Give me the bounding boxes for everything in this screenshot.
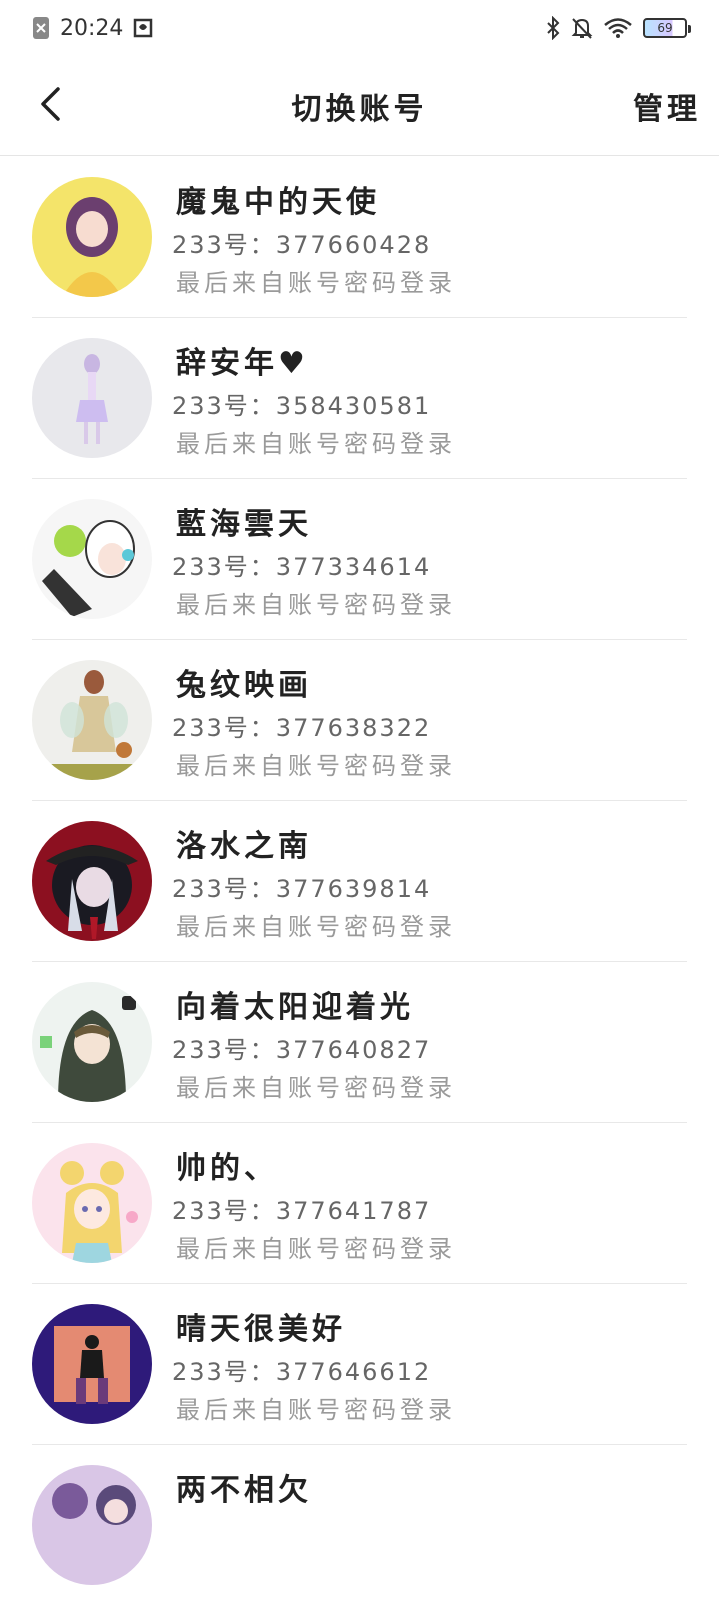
account-name: 洛水之南 [176, 829, 312, 864]
status-bar: 20:24 69 [0, 0, 719, 56]
account-name: 两不相欠 [176, 1473, 312, 1508]
account-login-method: 最后来自账号密码登录 [176, 913, 456, 941]
account-name: 晴天很美好 [176, 1312, 346, 1347]
avatar [32, 1143, 152, 1263]
account-login-method: 最后来自账号密码登录 [176, 1235, 456, 1263]
battery-icon: 69 [643, 18, 691, 38]
account-id: 233号：377660428 [172, 231, 432, 259]
account-item[interactable]: 藍海雲天 233号：377334614 最后来自账号密码登录 [0, 479, 719, 640]
avatar [32, 982, 152, 1102]
account-id: 233号：377640827 [172, 1036, 432, 1064]
account-login-method: 最后来自账号密码登录 [176, 269, 456, 297]
battery-level: 69 [657, 21, 673, 35]
app-header: 切换账号 管理 [0, 56, 719, 156]
account-name: 兔纹映画 [176, 668, 312, 703]
account-name: 藍海雲天 [176, 507, 312, 542]
avatar [32, 1304, 152, 1424]
account-item[interactable]: 帅的、 233号：377641787 最后来自账号密码登录 [0, 1123, 719, 1284]
account-item[interactable]: 辞安年♥ 233号：358430581 最后来自账号密码登录 [0, 318, 719, 479]
account-login-method: 最后来自账号密码登录 [176, 1396, 456, 1424]
account-item[interactable]: 向着太阳迎着光 233号：377640827 最后来自账号密码登录 [0, 962, 719, 1123]
bell-off-icon [571, 16, 593, 40]
account-name: 辞安年♥ [176, 346, 309, 381]
avatar [32, 499, 152, 619]
account-id: 233号：377334614 [172, 553, 432, 581]
status-left: 20:24 [32, 16, 155, 41]
manage-button[interactable]: 管理 [633, 84, 701, 128]
account-list: 魔鬼中的天使 233号：377660428 最后来自账号密码登录 辞安年♥ 23… [0, 157, 719, 1606]
avatar [32, 821, 152, 941]
account-item[interactable]: 兔纹映画 233号：377638322 最后来自账号密码登录 [0, 640, 719, 801]
account-id: 233号：377638322 [172, 714, 432, 742]
account-name: 帅的、 [176, 1151, 278, 1186]
account-login-method: 最后来自账号密码登录 [176, 1074, 456, 1102]
account-item[interactable]: 两不相欠 [0, 1445, 719, 1606]
avatar [32, 660, 152, 780]
bluetooth-icon [545, 16, 561, 40]
account-item[interactable]: 晴天很美好 233号：377646612 最后来自账号密码登录 [0, 1284, 719, 1445]
account-item[interactable]: 洛水之南 233号：377639814 最后来自账号密码登录 [0, 801, 719, 962]
account-id: 233号：358430581 [172, 392, 432, 420]
account-login-method: 最后来自账号密码登录 [176, 752, 456, 780]
account-id: 233号：377639814 [172, 875, 432, 903]
wifi-icon [603, 17, 633, 39]
account-id: 233号：377641787 [172, 1197, 432, 1225]
notification-dismissed-icon [32, 16, 50, 40]
status-right: 69 [545, 16, 691, 40]
avatar [32, 338, 152, 458]
account-item[interactable]: 魔鬼中的天使 233号：377660428 最后来自账号密码登录 [0, 157, 719, 318]
avatar [32, 177, 152, 297]
screenshot-icon [133, 17, 155, 39]
account-name: 魔鬼中的天使 [176, 185, 380, 220]
account-name: 向着太阳迎着光 [176, 990, 414, 1025]
page-title: 切换账号 [291, 92, 428, 127]
account-id: 233号：377646612 [172, 1358, 432, 1386]
avatar [32, 1465, 152, 1585]
status-time: 20:24 [60, 15, 124, 41]
account-login-method: 最后来自账号密码登录 [176, 591, 456, 619]
account-login-method: 最后来自账号密码登录 [176, 430, 456, 458]
